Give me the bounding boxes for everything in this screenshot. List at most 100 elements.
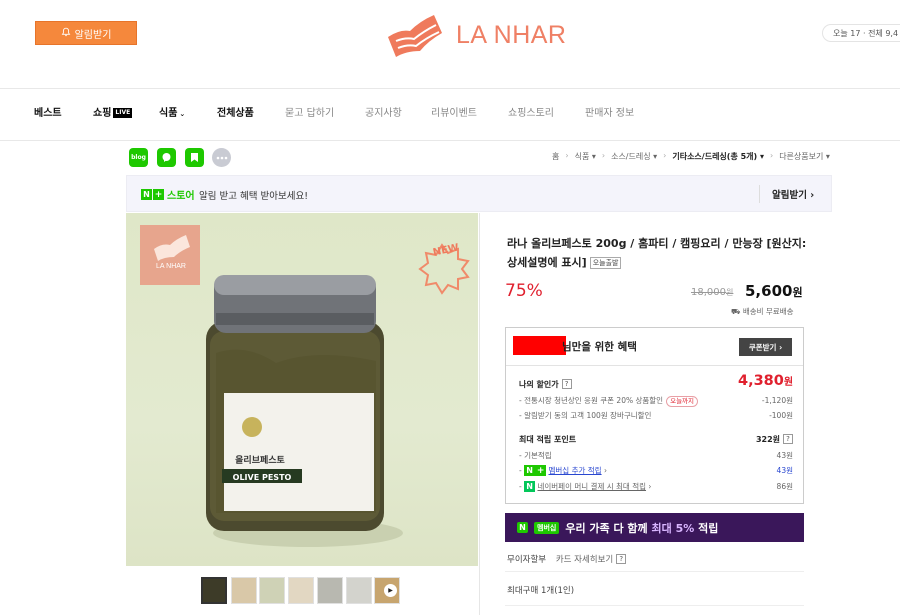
product-thumbnail[interactable] — [259, 577, 285, 604]
points-row-basic: - 기본적립 — [519, 451, 552, 460]
banner-divider — [759, 185, 760, 203]
nav-shopping-label: 쇼핑 — [93, 108, 112, 119]
discount-row-coupon: - 전통시장 청년상인 응원 쿠폰 20% 상품할인 오늘까지 — [519, 395, 699, 407]
shipping-text: 배송비 무료배송 — [742, 307, 794, 316]
points-row-value: 86원 — [776, 482, 793, 491]
plus-icon: + — [153, 189, 164, 200]
product-thumbnail[interactable] — [231, 577, 257, 604]
chevron-right-icon: › — [769, 151, 774, 160]
product-thumbnail[interactable] — [288, 577, 314, 604]
product-thumbnail[interactable] — [201, 577, 227, 604]
card-detail-label: 카드 자세히보기 — [555, 555, 614, 565]
help-icon[interactable]: ? — [561, 379, 572, 389]
shipping-info: ⛟ 배송비 무료배송 — [731, 306, 794, 317]
chevron-down-icon: ⌄ — [179, 110, 186, 118]
installment-label: 무이자할부 — [507, 555, 547, 565]
nav-all-products[interactable]: 전체상품 — [217, 105, 254, 123]
nav-seller-info[interactable]: 판매자 정보 — [585, 105, 634, 123]
my-price-value: 4,380 — [738, 373, 784, 389]
my-price-unit: 원 — [783, 377, 794, 388]
family-banner-highlight: 최대 5% — [651, 521, 695, 535]
brand-logo[interactable]: LA NHAR — [384, 8, 584, 63]
family-banner-suffix: 적립 — [698, 521, 719, 535]
benefit-title: 님만을 위한 혜택 — [562, 341, 637, 353]
npay-points-link[interactable]: 네이버페이 머니 결제 시 최대 적립 — [537, 482, 646, 491]
product-main-image[interactable]: 올리브페스토 OLIVE PESTO LA NHAR NEW — [126, 213, 478, 566]
family-banner-text: 우리 가족 다 함께 최대 5% 적립 — [565, 520, 718, 536]
chevron-right-icon: › — [663, 151, 667, 160]
nav-divider — [0, 140, 900, 141]
max-purchase-info: 최대구매 1개(1인) — [507, 586, 575, 596]
nav-food-label: 식품 — [159, 108, 178, 119]
nav-food[interactable]: 식품 ⌄ — [159, 105, 185, 123]
discount-row-alarm: - 알림받기 동의 고객 100원 장바구니할인 — [519, 411, 652, 420]
benefit-box: 님만을 위한 혜택 쿠폰받기 › 나의 할인가? 4,380원 - 전통시장 청… — [505, 327, 804, 504]
chevron-right-icon: › — [601, 151, 606, 160]
purchase-divider — [505, 605, 804, 606]
photo-brand-stamp: LA NHAR — [156, 263, 186, 270]
jar-label-en: OLIVE PESTO — [233, 473, 292, 482]
installment-info: 무이자할부 카드 자세히보기? — [507, 553, 627, 565]
product-title: 라나 올리브페스토 200g / 홈파티 / 캠핑요리 / 만능장 [원산지:상… — [507, 234, 807, 272]
nav-qna[interactable]: 묻고 답하기 — [285, 105, 334, 123]
naver-n-icon: N — [517, 522, 528, 533]
product-thumbnail[interactable] — [317, 577, 343, 604]
product-thumbnail[interactable] — [346, 577, 372, 604]
nav-shopping-live[interactable]: 쇼핑 LIVE — [93, 105, 133, 123]
product-title-text: 라나 올리브페스토 200g / 홈파티 / 캠핑요리 / 만능장 [원산지:상… — [507, 237, 807, 269]
blog-share-icon[interactable]: blog — [129, 148, 148, 167]
breadcrumb-sauce[interactable]: 소스/드레싱 ▾ — [611, 151, 657, 162]
visitor-count: 오늘 17 · 전체 9,4 — [822, 24, 900, 42]
content-divider — [479, 213, 480, 615]
coupon-button[interactable]: 쿠폰받기 › — [739, 338, 792, 356]
bookmark-icon[interactable] — [185, 148, 204, 167]
points-row-membership: - N + 멤버십 추가 적립 › — [519, 465, 607, 476]
naver-n-icon: N — [141, 189, 152, 200]
store-logo-text: 스토어 — [167, 191, 195, 202]
store-alarm-label: 알림받기 — [772, 190, 807, 201]
my-discount-price: 4,380원 — [738, 373, 793, 389]
breadcrumb-other-sauce[interactable]: 기타소스/드레싱(총 5개) ▾ — [672, 151, 764, 162]
alarm-button-label: 알림받기 — [74, 29, 112, 41]
brand-name: LA NHAR — [456, 21, 567, 49]
chevron-right-icon: › — [810, 190, 815, 201]
purchase-divider — [505, 571, 804, 572]
original-price-unit: 원 — [726, 288, 734, 297]
more-options-icon[interactable] — [212, 148, 231, 167]
help-icon[interactable]: ? — [616, 554, 627, 564]
discount-row-value: -100원 — [769, 411, 793, 420]
nav-best[interactable]: 베스트 — [34, 105, 62, 123]
redacted-username — [513, 336, 566, 355]
plus-icon: + — [535, 465, 547, 476]
points-row-npay: - N 네이버페이 머니 결제 시 최대 적립 › — [519, 481, 652, 492]
points-total: 322원? — [756, 434, 793, 445]
nav-shopping-story[interactable]: 쇼핑스토리 — [508, 105, 554, 123]
play-icon: ▶ — [384, 584, 397, 597]
original-price-value: 18,000 — [691, 287, 726, 298]
points-row-label: 기본적립 — [524, 451, 552, 460]
breadcrumb-food-label: 식품 — [574, 152, 590, 161]
membership-points-link[interactable]: 멤버십 추가 적립 — [548, 466, 601, 475]
breadcrumb-sauce-label: 소스/드레싱 — [611, 152, 651, 161]
breadcrumb-food[interactable]: 식품 ▾ — [575, 151, 596, 162]
nav-notice[interactable]: 공지사항 — [365, 105, 402, 123]
today-dispatch-badge: 오늘출발 — [589, 257, 622, 269]
chevron-right-icon: › — [565, 151, 569, 160]
original-price: 18,000원 — [691, 287, 733, 298]
naver-pay-icon: N — [524, 481, 536, 492]
talk-share-icon[interactable] — [157, 148, 176, 167]
family-membership-banner[interactable]: N 멤버십 우리 가족 다 함께 최대 5% 적립 — [505, 513, 804, 542]
store-alarm-button[interactable]: 알림받기 › — [772, 187, 814, 201]
product-video-thumbnail[interactable]: ▶ — [374, 577, 400, 604]
main-nav: 베스트 쇼핑 LIVE 식품 ⌄ 전체상품 묻고 답하기 공지사항 리뷰이벤트 쇼핑… — [0, 105, 900, 125]
discount-row-value: -1,120원 — [761, 396, 793, 405]
breadcrumb-other-products[interactable]: 다른상품보기 ▾ — [779, 151, 830, 162]
jar-label-kr: 올리브페스토 — [235, 454, 285, 466]
my-discount-label-text: 나의 할인가 — [519, 380, 559, 389]
breadcrumb-home[interactable]: 홈 — [552, 151, 559, 162]
nav-review-event[interactable]: 리뷰이벤트 — [431, 105, 477, 123]
sale-price: 5,600원 — [745, 282, 803, 300]
card-detail-link[interactable]: 카드 자세히보기? — [555, 554, 627, 565]
help-icon[interactable]: ? — [783, 434, 793, 444]
alarm-button[interactable]: 알림받기 — [35, 21, 137, 45]
